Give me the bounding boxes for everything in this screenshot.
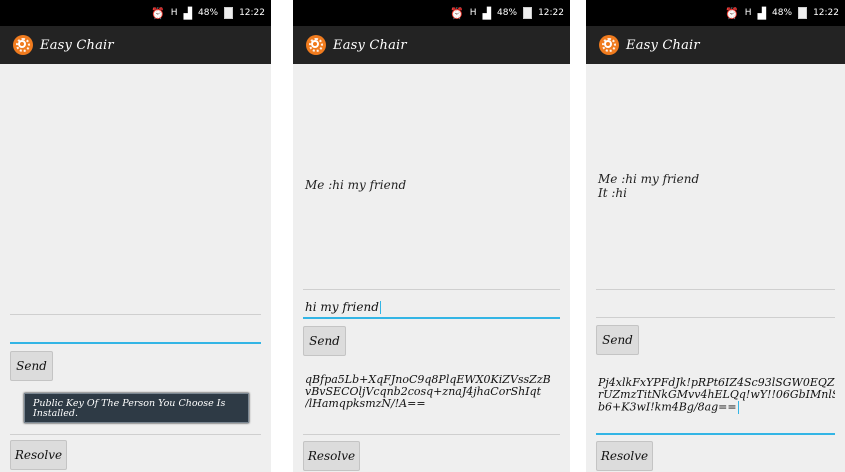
app-title: Easy Chair <box>40 37 114 53</box>
message-input-text[interactable]: hi my friend <box>305 300 381 314</box>
battery-icon <box>523 7 533 19</box>
key-field-underline <box>596 433 835 435</box>
alarm-icon: ⏰ <box>151 6 165 20</box>
clock: 12:22 <box>813 8 839 18</box>
key-line: qBfpa5Lb+XqFJnoC9q8PlqEWX0KiZVssZzB <box>305 374 551 386</box>
resolve-button[interactable]: Resolve <box>303 441 360 471</box>
text-cursor <box>379 301 381 314</box>
message-input[interactable] <box>10 342 261 344</box>
key-line: b6+K3wI!km4Bg/8ag== <box>598 401 737 414</box>
resolve-button[interactable]: Resolve <box>10 440 67 470</box>
send-button[interactable]: Send <box>10 351 53 381</box>
battery-percent: 48% <box>772 8 793 18</box>
action-bar: Easy Chair <box>586 26 845 64</box>
app-logo-icon[interactable] <box>599 35 619 55</box>
network-type: H <box>469 8 477 18</box>
message-input-value: hi my friend <box>305 300 379 314</box>
key-line: /lHamqpksmzN/!A== <box>305 398 426 410</box>
chat-log-divider <box>596 289 835 290</box>
key-line: rUZmzTitNkGMvv4hELQq!wY!!06GbIMnlS <box>598 389 835 401</box>
signal-icon: ▟ <box>757 6 767 20</box>
battery-icon <box>224 7 234 19</box>
chat-message: Me :hi my friend <box>598 172 700 186</box>
status-bar: ⏰ H ▟ 48% 12:22 <box>293 0 570 26</box>
chat-log: Me :hi my friend <box>293 178 570 192</box>
toast-message: Public Key Of The Person You Choose Is I… <box>24 393 249 423</box>
send-button[interactable]: Send <box>596 325 639 355</box>
alarm-icon: ⏰ <box>725 6 739 20</box>
battery-percent: 48% <box>198 8 219 18</box>
key-line-last: b6+K3wI!km4Bg/8ag== <box>598 401 835 414</box>
key-line: vBvSECOljVcqnb2cosq+znaJ4jhaCorShIqt <box>305 386 542 398</box>
message-input[interactable] <box>596 317 835 318</box>
key-field-underline <box>10 434 261 435</box>
network-type: H <box>744 8 752 18</box>
alarm-icon: ⏰ <box>450 6 464 20</box>
phone-screen-1: ⏰ H ▟ 48% 12:22 Easy Chair Send Public K… <box>0 0 271 472</box>
chat-log-divider <box>303 289 560 290</box>
status-bar: ⏰ H ▟ 48% 12:22 <box>0 0 271 26</box>
app-logo-icon[interactable] <box>306 35 326 55</box>
send-button[interactable]: Send <box>303 326 346 356</box>
phone-screen-2: ⏰ H ▟ 48% 12:22 Easy Chair Me :hi my fri… <box>293 0 570 472</box>
chat-message: It :hi <box>598 186 627 200</box>
app-title: Easy Chair <box>626 37 700 53</box>
app-title: Easy Chair <box>333 37 407 53</box>
chat-message: Me :hi my friend <box>305 178 407 192</box>
status-bar: ⏰ H ▟ 48% 12:22 <box>586 0 845 26</box>
battery-percent: 48% <box>497 8 518 18</box>
signal-icon: ▟ <box>183 6 193 20</box>
network-type: H <box>170 8 178 18</box>
encrypted-key-text[interactable]: Pj4xlkFxYPFdJk!pRPt6IZ4Sc93lSGW0EQZ rUZm… <box>598 377 835 414</box>
phone-screen-3: ⏰ H ▟ 48% 12:22 Easy Chair Me :hi my fri… <box>586 0 845 472</box>
clock: 12:22 <box>239 8 265 18</box>
app-logo-icon[interactable] <box>13 35 33 55</box>
text-cursor <box>737 401 739 414</box>
chat-log <box>0 64 271 314</box>
key-line: Pj4xlkFxYPFdJk!pRPt6IZ4Sc93lSGW0EQZ <box>598 377 835 389</box>
battery-icon <box>798 7 808 19</box>
action-bar: Easy Chair <box>0 26 271 64</box>
chat-log: Me :hi my friend It :hi <box>586 172 845 200</box>
action-bar: Easy Chair <box>293 26 570 64</box>
resolve-button[interactable]: Resolve <box>596 441 653 471</box>
message-input[interactable] <box>303 317 560 319</box>
encrypted-key-text[interactable]: qBfpa5Lb+XqFJnoC9q8PlqEWX0KiZVssZzB vBvS… <box>305 374 560 410</box>
clock: 12:22 <box>538 8 564 18</box>
chat-log-divider <box>10 314 261 315</box>
signal-icon: ▟ <box>482 6 492 20</box>
key-field-underline <box>303 434 560 435</box>
